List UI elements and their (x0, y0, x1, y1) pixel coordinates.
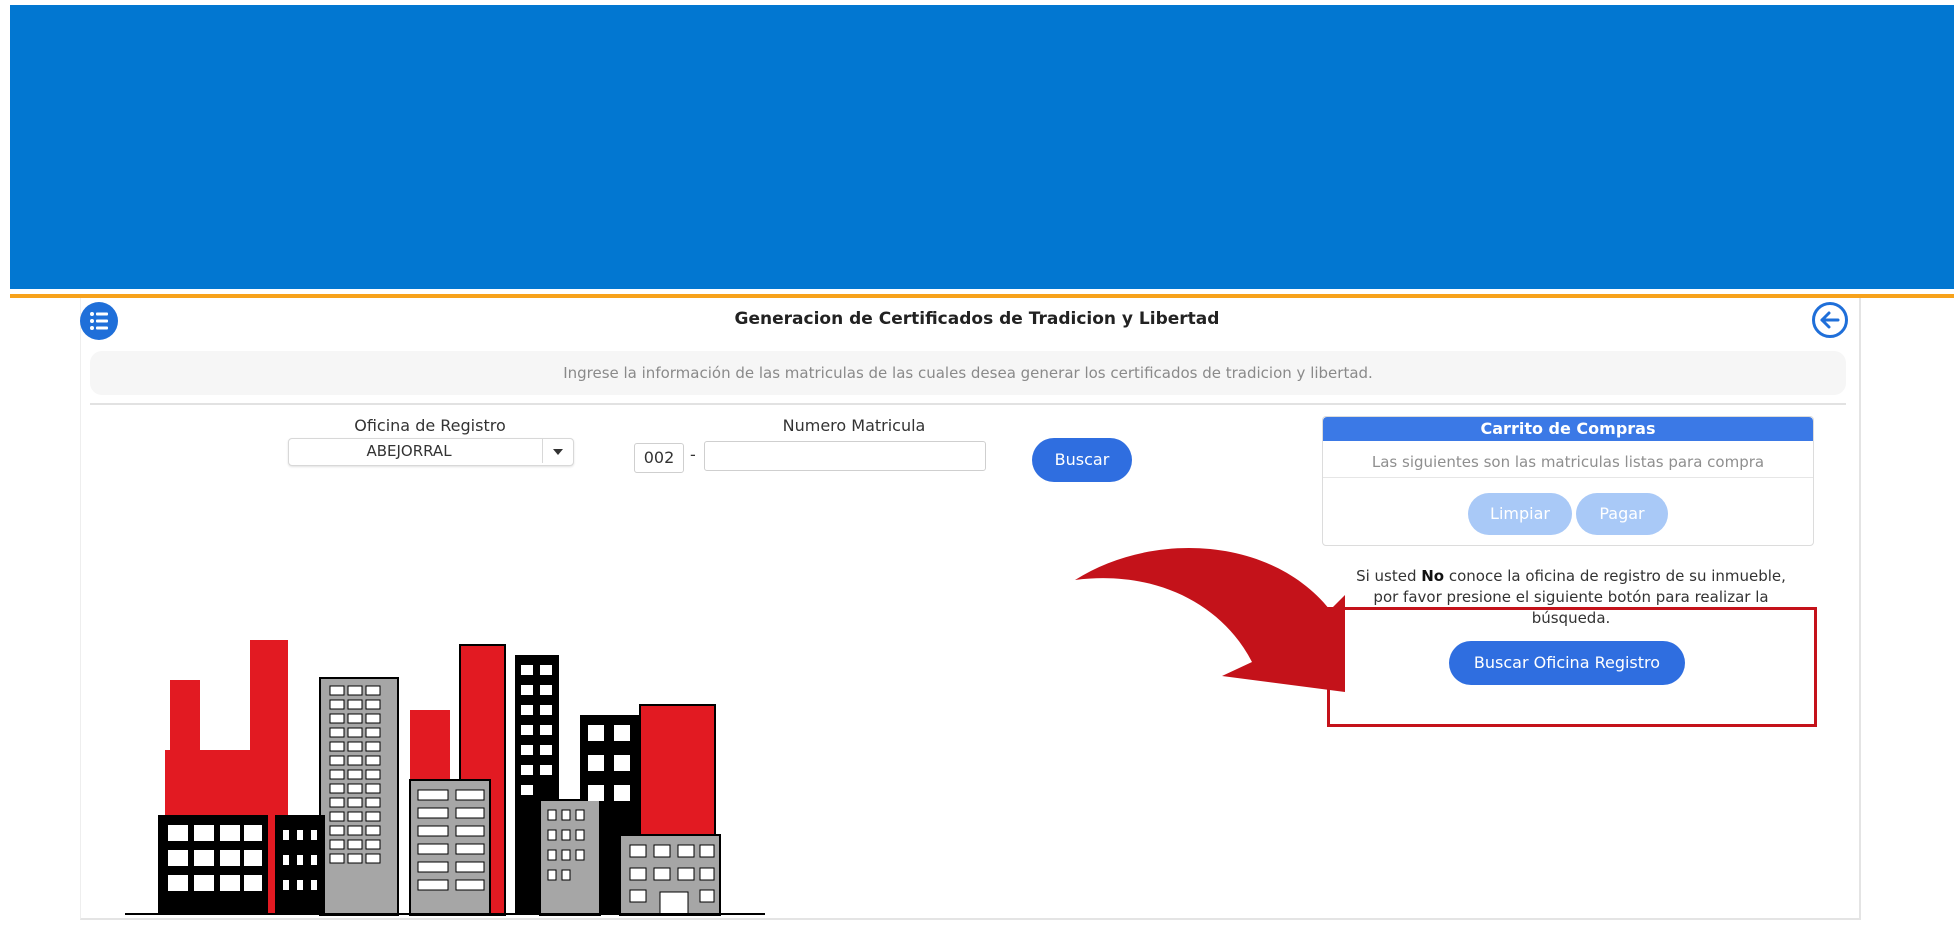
shopping-cart: Carrito de Compras Las siguientes son la… (1322, 416, 1814, 546)
office-label: Oficina de Registro (354, 416, 506, 435)
matricula-prefix: 002 (634, 443, 684, 473)
page-title: Generacion de Certificados de Tradicion … (734, 309, 1220, 329)
find-office-button[interactable]: Buscar Oficina Registro (1449, 641, 1685, 685)
cart-title: Carrito de Compras (1323, 417, 1813, 441)
section-divider (90, 403, 1846, 405)
pay-button[interactable]: Pagar (1576, 493, 1668, 535)
info-bar: Ingrese la información de las matriculas… (90, 351, 1846, 395)
pointer-arrow-illustration (1075, 548, 1345, 692)
help-text-bold: No (1421, 567, 1445, 585)
office-select-value: ABEJORRAL (366, 442, 452, 460)
cart-divider (1323, 477, 1813, 478)
city-buildings-illustration (125, 640, 765, 916)
matricula-label: Numero Matricula (782, 416, 926, 435)
matricula-input[interactable] (704, 441, 986, 471)
clear-button[interactable]: Limpiar (1468, 493, 1572, 535)
chevron-down-icon[interactable] (542, 439, 573, 463)
office-select[interactable]: ABEJORRAL (288, 438, 574, 466)
cart-description: Las siguientes son las matriculas listas… (1371, 453, 1765, 471)
matricula-separator: - (690, 445, 696, 464)
search-button[interactable]: Buscar (1032, 438, 1132, 482)
header-banner (10, 5, 1954, 289)
info-text: Ingrese la información de las matriculas… (563, 364, 1373, 382)
